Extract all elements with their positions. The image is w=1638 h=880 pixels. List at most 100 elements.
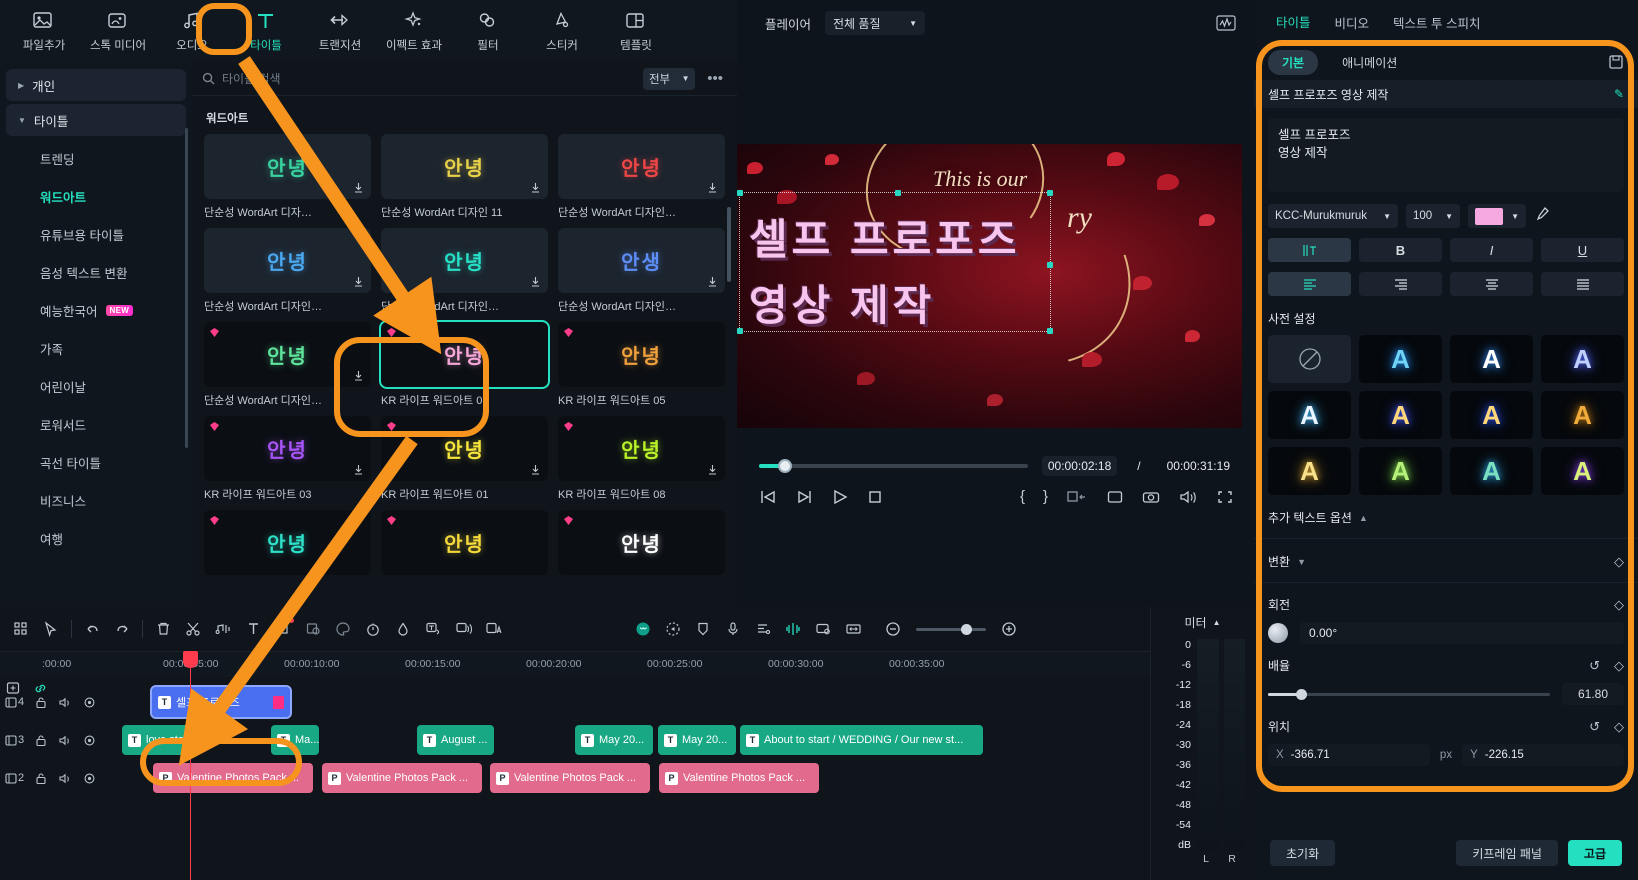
download-icon[interactable] (529, 463, 542, 476)
hide-icon[interactable] (83, 696, 96, 709)
download-icon[interactable] (352, 369, 365, 382)
template-cell[interactable]: 안녕 단순성 WordArt 디자… (204, 134, 371, 220)
timeline-clip[interactable]: T August ... (417, 725, 494, 755)
preset-swatch-preset-10[interactable]: A (1450, 447, 1533, 495)
reset-button[interactable]: 초기화 (1270, 840, 1336, 866)
quality-dropdown[interactable]: 전체 품질 ▼ (825, 11, 926, 35)
position-y-field[interactable]: Y -226.15 (1462, 744, 1624, 766)
template-cell[interactable]: 안녕 단순성 WordArt 디자인… (381, 228, 548, 314)
prev-frame-button[interactable] (759, 489, 777, 505)
subtab-animation[interactable]: 애니메이션 (1328, 50, 1411, 75)
scale-slider[interactable] (1268, 688, 1550, 700)
timeline-clip[interactable]: P Valentine Photos Pack ... (322, 763, 482, 793)
preset-swatch-preset-6[interactable]: A (1450, 391, 1533, 439)
track-type-icon[interactable]: 4 (5, 696, 24, 709)
align-center-button[interactable] (1450, 272, 1533, 296)
template-cell[interactable]: 안녕 단순성 WordArt 디자인… (204, 228, 371, 314)
spacing-button[interactable] (1268, 238, 1351, 262)
export-frame-button[interactable] (1066, 489, 1088, 505)
fullscreen-button[interactable] (1216, 489, 1234, 505)
text-template-button[interactable] (478, 614, 508, 644)
timeline-clip[interactable]: P Valentine Photos Pack ... (153, 763, 313, 793)
template-thumbnail[interactable]: 안녕 (558, 416, 725, 481)
category-item-family[interactable]: 가족 (0, 329, 192, 367)
category-item-travel[interactable]: 여행 (0, 519, 192, 557)
template-cell[interactable]: 안녕 단순성 WordArt 디자인 11 (381, 134, 548, 220)
template-thumbnail[interactable]: 안녕 (558, 134, 725, 199)
toolbar-item-transition[interactable]: 트랜지션 (304, 2, 376, 60)
speed-button[interactable] (358, 614, 388, 644)
template-cell[interactable]: 안녕 (558, 510, 725, 580)
select-tool-button[interactable] (36, 614, 66, 644)
more-options-icon[interactable]: ••• (703, 70, 727, 87)
preset-swatch-preset-8[interactable]: A (1268, 447, 1351, 495)
preset-swatch-preset-2[interactable]: A (1450, 335, 1533, 383)
delete-button[interactable] (148, 614, 178, 644)
ai-portrait-button[interactable] (628, 614, 658, 644)
current-time[interactable]: 00:00:02:18 (1041, 456, 1118, 476)
category-item-variety-korean[interactable]: 예능한국어 NEW (0, 291, 192, 329)
toolbar-item-filter[interactable]: 필터 (452, 2, 524, 60)
template-cell[interactable]: 안녕 KR 라이프 워드아트 03 (204, 416, 371, 502)
reset-arrow-icon[interactable]: ↺ (1589, 719, 1600, 735)
hide-icon[interactable] (83, 734, 96, 747)
mark-out-button[interactable]: } (1043, 488, 1048, 505)
pencil-edit-icon[interactable]: ✎ (1614, 87, 1624, 101)
template-thumbnail[interactable]: 안녕 (204, 510, 371, 575)
download-icon[interactable] (706, 275, 719, 288)
keyframe-diamond-icon[interactable]: ◇ (1614, 719, 1624, 735)
tab-text-to-speech[interactable]: 텍스트 투 스피치 (1393, 0, 1480, 44)
rotation-value[interactable]: 0.00° (1300, 622, 1624, 644)
preset-swatch-preset-1[interactable]: A (1359, 335, 1442, 383)
toolbar-item-template[interactable]: 템플릿 (600, 2, 672, 60)
category-item-wordart[interactable]: 워드아트 (0, 177, 192, 215)
audio-waveform-icon[interactable] (1216, 14, 1236, 32)
search-input[interactable]: 타이틀 검색 (202, 70, 635, 87)
preset-swatch-preset-11[interactable]: A (1541, 447, 1624, 495)
keyframe-diamond-icon[interactable]: ◇ (1614, 554, 1624, 570)
template-thumbnail[interactable]: 안녕 (204, 228, 371, 293)
snapshot-button[interactable] (1142, 489, 1160, 505)
download-icon[interactable] (706, 181, 719, 194)
lock-icon[interactable] (35, 696, 47, 709)
template-thumbnail[interactable]: 안녕 (558, 510, 725, 575)
category-item-speech-to-text[interactable]: 음성 텍스트 변환 (0, 253, 192, 291)
motion-track-button[interactable] (658, 614, 688, 644)
scrubber-knob[interactable] (777, 459, 792, 473)
save-preset-icon[interactable] (1608, 54, 1624, 70)
download-icon[interactable] (352, 181, 365, 194)
advanced-button[interactable]: 고급 (1567, 840, 1622, 866)
template-cell[interactable]: 안녕 단순성 WordArt 디자인… (204, 322, 371, 408)
redo-button[interactable] (107, 614, 137, 644)
preset-swatch-preset-4[interactable]: A (1268, 391, 1351, 439)
template-thumbnail[interactable]: 안녕 (558, 322, 725, 387)
marker-button[interactable] (688, 614, 718, 644)
zoom-in-icon[interactable] (994, 614, 1024, 644)
playback-scrubber[interactable] (759, 459, 1028, 473)
template-cell[interactable]: 안녕 (204, 510, 371, 580)
template-thumbnail[interactable]: 안녕 (381, 228, 548, 293)
template-cell[interactable]: 안녕 (381, 510, 548, 580)
template-thumbnail[interactable]: 안생 (558, 228, 725, 293)
mark-in-button[interactable]: { (1020, 488, 1025, 505)
timeline-clip[interactable]: T About to start / WEDDING / Our new st..… (740, 725, 983, 755)
template-cell[interactable]: 안생 단순성 WordArt 디자인… (558, 228, 725, 314)
crop-button[interactable] (1106, 489, 1124, 505)
voiceover-button[interactable] (718, 614, 748, 644)
timeline-clip[interactable]: P Valentine Photos Pack ... (490, 763, 650, 793)
next-frame-button[interactable] (795, 489, 813, 505)
template-thumbnail[interactable]: 안녕 (381, 416, 548, 481)
lock-icon[interactable] (35, 734, 47, 747)
tab-title[interactable]: 타이틀 (1276, 0, 1311, 44)
keyframe-panel-button[interactable]: 키프레임 패널 (1456, 840, 1558, 866)
voice-sync-button[interactable] (448, 614, 478, 644)
category-group-titles[interactable]: ▼ 타이틀 (6, 104, 186, 136)
category-item-lower-third[interactable]: 로워서드 (0, 405, 192, 443)
extra-text-options-row[interactable]: 추가 텍스트 옵션 ▲ (1254, 495, 1638, 526)
mute-icon[interactable] (58, 734, 72, 747)
category-group-personal[interactable]: ▶ 개인 (6, 69, 186, 101)
category-item-youtube-title[interactable]: 유튜브용 타이틀 (0, 215, 192, 253)
template-cell[interactable]: 안녕 KR 라이프 워드아트 05 (558, 322, 725, 408)
layout-grid-button[interactable] (6, 614, 36, 644)
scale-value[interactable]: 61.80 (1562, 683, 1624, 705)
